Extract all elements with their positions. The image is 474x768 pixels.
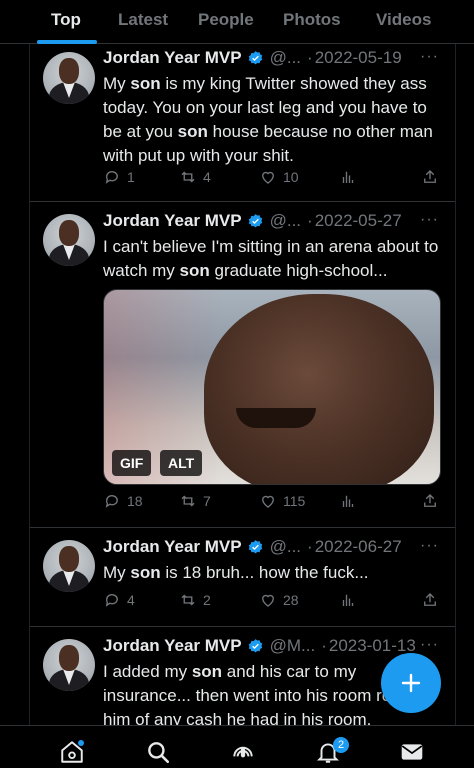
views-button[interactable] <box>339 492 357 510</box>
gif-face-image <box>204 294 434 484</box>
separator: · <box>307 211 313 230</box>
views-button[interactable] <box>339 591 357 609</box>
search-term-highlight: son <box>130 563 161 582</box>
more-icon[interactable]: ··· <box>420 48 439 66</box>
more-icon[interactable]: ··· <box>420 211 439 229</box>
reply-icon <box>105 171 118 184</box>
search-term-highlight: son <box>179 261 210 280</box>
messages-icon[interactable] <box>399 739 425 765</box>
bottom-navigation-bar <box>0 725 474 768</box>
search-term-highlight: son <box>130 74 161 93</box>
share-button[interactable] <box>421 168 439 186</box>
tweet-date[interactable]: 2022-05-27 <box>315 211 402 231</box>
tweet-gif-media[interactable]: GIF ALT <box>103 289 441 485</box>
spaces-icon[interactable] <box>230 739 256 765</box>
tab-videos[interactable]: Videos <box>376 10 431 30</box>
reply-icon <box>105 594 118 607</box>
verified-badge-icon <box>248 638 262 652</box>
display-name[interactable]: Jordan Year MVP <box>103 211 242 231</box>
plus-icon <box>401 673 421 693</box>
reply-button[interactable]: 1 <box>103 168 135 186</box>
display-name[interactable]: Jordan Year MVP <box>103 48 242 68</box>
display-name[interactable]: Jordan Year MVP <box>103 537 242 557</box>
views-icon <box>342 594 354 606</box>
heart-icon <box>262 171 274 184</box>
like-button[interactable]: 10 <box>259 168 299 186</box>
handle[interactable]: @... <box>270 211 301 231</box>
retweet-icon <box>181 171 195 183</box>
share-icon <box>424 494 436 507</box>
views-icon <box>342 171 354 183</box>
notification-count-badge: 2 <box>333 737 349 753</box>
retweet-button[interactable]: 4 <box>179 168 211 186</box>
separator: · <box>307 537 313 556</box>
tweet-date[interactable]: 2022-05-19 <box>315 48 402 68</box>
avatar[interactable] <box>43 52 95 104</box>
tweet-actions: 4 2 28 <box>103 591 443 613</box>
tweet-header: Jordan Year MVP @... · 2022-05-27 <box>103 211 402 231</box>
retweet-icon <box>181 495 195 507</box>
verified-badge-icon <box>248 50 262 64</box>
like-button[interactable]: 28 <box>259 591 299 609</box>
more-icon[interactable]: ··· <box>420 537 439 555</box>
tab-latest[interactable]: Latest <box>118 10 168 30</box>
avatar[interactable] <box>43 639 95 691</box>
handle[interactable]: @... <box>270 537 301 557</box>
heart-icon <box>262 495 274 508</box>
share-button[interactable] <box>421 591 439 609</box>
separator: · <box>321 636 327 655</box>
avatar[interactable] <box>43 214 95 266</box>
tweet-actions: 18 7 115 <box>103 492 443 514</box>
display-name[interactable]: Jordan Year MVP <box>103 636 242 656</box>
reply-icon <box>105 495 118 508</box>
tab-photos[interactable]: Photos <box>283 10 341 30</box>
alt-text-badge[interactable]: ALT <box>160 450 203 476</box>
tweet-header: Jordan Year MVP @... · 2022-06-27 <box>103 537 402 557</box>
tweet-header: Jordan Year MVP @M... · 2023-01-13 <box>103 636 416 656</box>
search-tabs: Top Latest People Photos Videos <box>0 0 474 44</box>
home-unread-dot <box>78 740 84 746</box>
views-button[interactable] <box>339 168 357 186</box>
verified-badge-icon <box>248 539 262 553</box>
search-term-highlight: son <box>177 122 208 141</box>
handle[interactable]: @... <box>270 48 301 68</box>
tweet-actions: 1 4 10 <box>103 168 443 190</box>
tweet-text: I can't believe I'm sitting in an arena … <box>103 237 439 280</box>
tab-people[interactable]: People <box>198 10 254 30</box>
tweet[interactable]: Jordan Year MVP @... · 2022-05-27 ··· I … <box>30 202 455 528</box>
reply-button[interactable]: 18 <box>103 492 143 510</box>
search-icon[interactable] <box>145 739 171 765</box>
retweet-icon <box>181 594 195 606</box>
timeline-right-border <box>455 44 456 768</box>
tweet[interactable]: Jordan Year MVP @... · 2022-05-19 ··· My… <box>30 44 455 202</box>
share-button[interactable] <box>421 492 439 510</box>
tweet-header: Jordan Year MVP @... · 2022-05-19 <box>103 48 402 68</box>
like-button[interactable]: 115 <box>259 492 305 510</box>
handle[interactable]: @M... <box>270 636 316 656</box>
active-tab-indicator <box>37 40 97 44</box>
more-icon[interactable]: ··· <box>420 636 439 654</box>
gif-badge: GIF <box>112 450 152 476</box>
tab-top[interactable]: Top <box>51 10 81 30</box>
search-term-highlight: son <box>191 662 223 681</box>
tweet-text: My son is my king Twitter showed they as… <box>103 74 433 165</box>
separator: · <box>307 48 313 67</box>
reply-button[interactable]: 4 <box>103 591 135 609</box>
avatar[interactable] <box>43 540 95 592</box>
tweet[interactable]: Jordan Year MVP @... · 2022-06-27 ··· My… <box>30 528 455 627</box>
search-results-page: Top Latest People Photos Videos Jordan Y… <box>0 0 474 768</box>
share-icon <box>424 170 436 183</box>
compose-tweet-button[interactable] <box>381 653 441 713</box>
retweet-button[interactable]: 7 <box>179 492 211 510</box>
share-icon <box>424 593 436 606</box>
retweet-button[interactable]: 2 <box>179 591 211 609</box>
tweet-date[interactable]: 2022-06-27 <box>315 537 402 557</box>
verified-badge-icon <box>248 213 262 227</box>
views-icon <box>342 495 354 507</box>
heart-icon <box>262 594 274 607</box>
tweet-text: My son is 18 bruh... how the fuck... <box>103 563 369 582</box>
